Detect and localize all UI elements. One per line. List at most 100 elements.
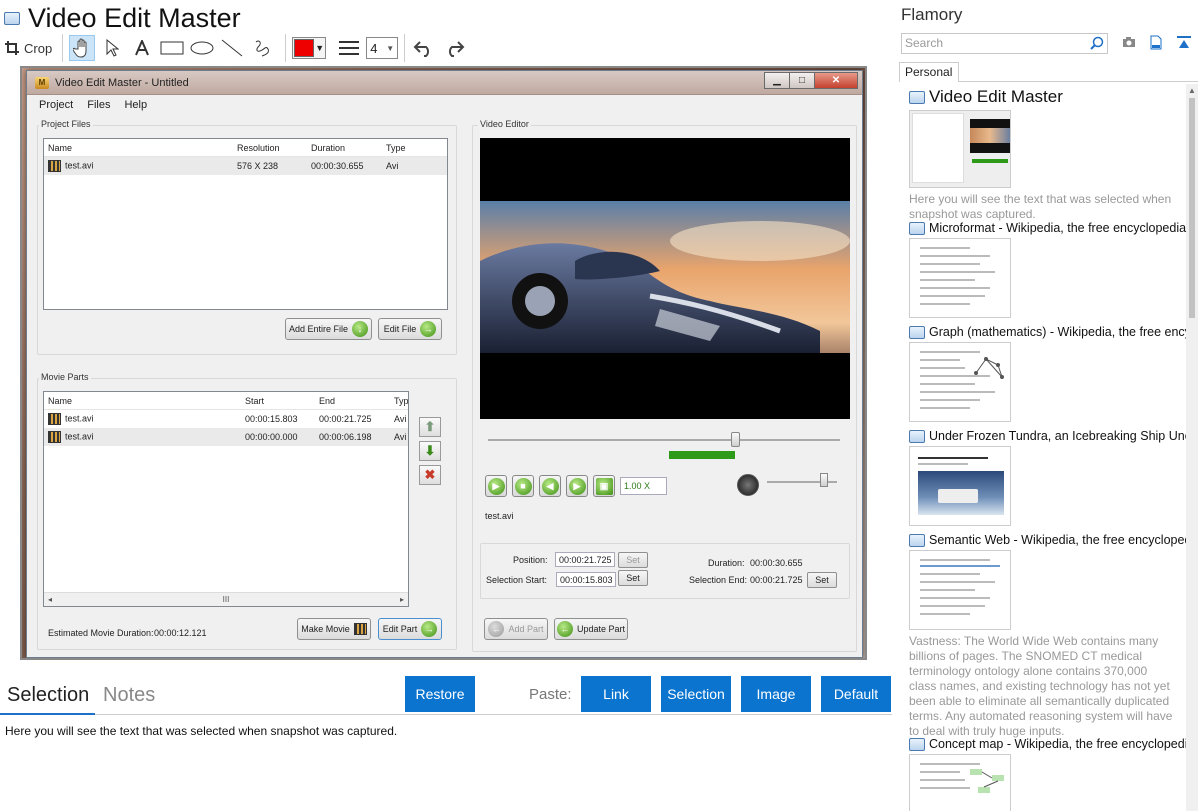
tab-divider bbox=[958, 81, 1198, 82]
restore-button[interactable]: Restore bbox=[405, 676, 475, 712]
search-input[interactable]: Search bbox=[901, 33, 1108, 54]
text-tool-button[interactable] bbox=[129, 35, 155, 61]
color-swatch bbox=[294, 39, 315, 57]
scroll-left-icon: ◂ bbox=[48, 595, 53, 604]
column-header: End bbox=[319, 395, 336, 406]
list-header: Name Start End Typ bbox=[44, 392, 408, 410]
list-item[interactable]: Under Frozen Tundra, an Icebreaking Ship… bbox=[909, 429, 1186, 526]
rectangle-tool-button[interactable] bbox=[159, 35, 185, 61]
line-width-select[interactable]: 4 ▼ bbox=[366, 37, 399, 59]
type-cell: Avi bbox=[386, 161, 399, 171]
chevron-down-icon: ▼ bbox=[386, 43, 395, 53]
selection-range-bar bbox=[669, 451, 735, 459]
type-cell: Avi bbox=[394, 432, 407, 442]
part-name: test.avi bbox=[65, 431, 94, 442]
minimize-icon: ▁ bbox=[764, 72, 790, 89]
delete-part-button: ✖ bbox=[419, 465, 441, 485]
edit-part-button: Edit Part → bbox=[378, 618, 442, 640]
position-field: 00:00:21.725 bbox=[555, 552, 615, 567]
column-header: Name bbox=[48, 142, 73, 153]
paste-link-button[interactable]: Link bbox=[581, 676, 651, 712]
scroll-thumb[interactable] bbox=[1189, 98, 1195, 318]
list-item[interactable]: Semantic Web - Wikipedia, the free encyc… bbox=[909, 533, 1186, 739]
add-entire-file-label: Add Entire File bbox=[288, 324, 349, 334]
window-menubar: Project Files Help bbox=[27, 95, 862, 115]
project-files-list: Name Resolution Duration Type test.avi 5… bbox=[43, 138, 448, 310]
tab-selection[interactable]: Selection bbox=[0, 684, 96, 715]
tab-personal[interactable]: Personal bbox=[899, 62, 959, 82]
column-header: Typ bbox=[394, 395, 408, 406]
freehand-tool-button[interactable] bbox=[249, 35, 275, 61]
set-position-button: Set bbox=[618, 552, 648, 568]
update-part-button: ← Update Part bbox=[554, 618, 628, 640]
document-icon[interactable] bbox=[1150, 35, 1162, 50]
start-cell: 00:00:00.000 bbox=[245, 432, 298, 442]
page-icon bbox=[909, 533, 925, 547]
thumb-bar bbox=[972, 159, 1008, 163]
paste-default-button[interactable]: Default bbox=[821, 676, 891, 712]
window-controls: ▁ □ ✕ bbox=[764, 72, 858, 89]
entry-title: Microformat - Wikipedia, the free encycl… bbox=[929, 221, 1186, 235]
page-icon bbox=[909, 429, 925, 443]
annotation-toolbar: Crop ▼ 4 ▼ bbox=[4, 34, 471, 62]
tab-notes[interactable]: Notes bbox=[103, 684, 155, 707]
search-placeholder: Search bbox=[905, 36, 944, 50]
camera-icon[interactable] bbox=[1122, 35, 1136, 49]
color-picker[interactable]: ▼ bbox=[292, 37, 327, 59]
main-pane: Video Edit Master Crop ▼ 4 ▼ M Video Edi… bbox=[0, 0, 895, 811]
list-item[interactable]: Video Edit Master Here you will see the … bbox=[909, 87, 1186, 222]
column-header: Start bbox=[245, 395, 265, 406]
line-tool-button[interactable] bbox=[219, 35, 245, 61]
sidebar-scrollbar[interactable]: ▲ bbox=[1186, 84, 1198, 811]
list-item[interactable]: Concept map - Wikipedia, the free encycl… bbox=[909, 737, 1186, 811]
hand-tool-button[interactable] bbox=[69, 35, 96, 61]
line-width-button[interactable] bbox=[336, 35, 362, 61]
step-back-button: ◀ bbox=[539, 475, 561, 497]
play-button: ▶ bbox=[485, 475, 507, 497]
ellipse-tool-button[interactable] bbox=[189, 35, 215, 61]
paste-selection-button[interactable]: Selection bbox=[661, 676, 731, 712]
video-preview bbox=[480, 138, 850, 419]
volume-slider-thumb bbox=[820, 473, 828, 487]
video-edit-master-window: M Video Edit Master - Untitled ▁ □ ✕ Pro… bbox=[26, 70, 863, 658]
add-entire-file-button: Add Entire File ↓ bbox=[285, 318, 372, 340]
arrow-right-icon: → bbox=[420, 321, 437, 337]
end-cell: 00:00:06.198 bbox=[319, 432, 372, 442]
duration-value: 00:00:30.655 bbox=[750, 558, 803, 568]
entry-header: Graph (mathematics) - Wikipedia, the fre… bbox=[909, 325, 1186, 339]
arrow-right-icon: → bbox=[421, 621, 438, 637]
window-app-icon: M bbox=[35, 76, 49, 89]
search-icon[interactable] bbox=[1090, 36, 1104, 50]
snapshot-list: Video Edit Master Here you will see the … bbox=[896, 84, 1186, 811]
move-down-button: ⬇ bbox=[419, 441, 441, 461]
paste-image-button[interactable]: Image bbox=[741, 676, 811, 712]
line-icon bbox=[221, 39, 243, 57]
undo-button[interactable] bbox=[411, 35, 437, 61]
entry-thumbnail bbox=[909, 238, 1011, 318]
menu-files: Files bbox=[87, 99, 111, 111]
current-file-name: test.avi bbox=[485, 511, 514, 521]
toolbar-divider bbox=[404, 34, 406, 62]
crop-button[interactable]: Crop bbox=[4, 35, 52, 61]
list-item[interactable]: Graph (mathematics) - Wikipedia, the fre… bbox=[909, 325, 1186, 422]
movie-parts-label: Movie Parts bbox=[39, 372, 91, 382]
update-part-label: Update Part bbox=[576, 624, 626, 634]
collapse-icon[interactable] bbox=[1176, 35, 1192, 50]
close-icon: ✕ bbox=[814, 72, 858, 89]
rectangle-icon bbox=[160, 41, 184, 55]
pointer-tool-button[interactable] bbox=[99, 35, 125, 61]
estimated-duration-label: Estimated Movie Duration: bbox=[48, 628, 154, 638]
horizontal-scrollbar: ◂ III ▸ bbox=[44, 592, 408, 606]
toolbar-divider bbox=[62, 34, 64, 62]
page-icon bbox=[909, 325, 925, 339]
step-forward-button: ▶ bbox=[566, 475, 588, 497]
entry-thumbnail bbox=[909, 446, 1011, 526]
entry-header: Under Frozen Tundra, an Icebreaking Ship… bbox=[909, 429, 1186, 443]
position-label: Position: bbox=[513, 555, 548, 565]
scroll-up-icon[interactable]: ▲ bbox=[1188, 86, 1196, 95]
list-item[interactable]: Microformat - Wikipedia, the free encycl… bbox=[909, 221, 1186, 318]
estimated-duration-value: 00:00:12.121 bbox=[154, 628, 207, 638]
entry-title: Under Frozen Tundra, an Icebreaking Ship… bbox=[929, 429, 1186, 443]
redo-button[interactable] bbox=[441, 35, 467, 61]
entry-thumbnail bbox=[909, 754, 1011, 811]
